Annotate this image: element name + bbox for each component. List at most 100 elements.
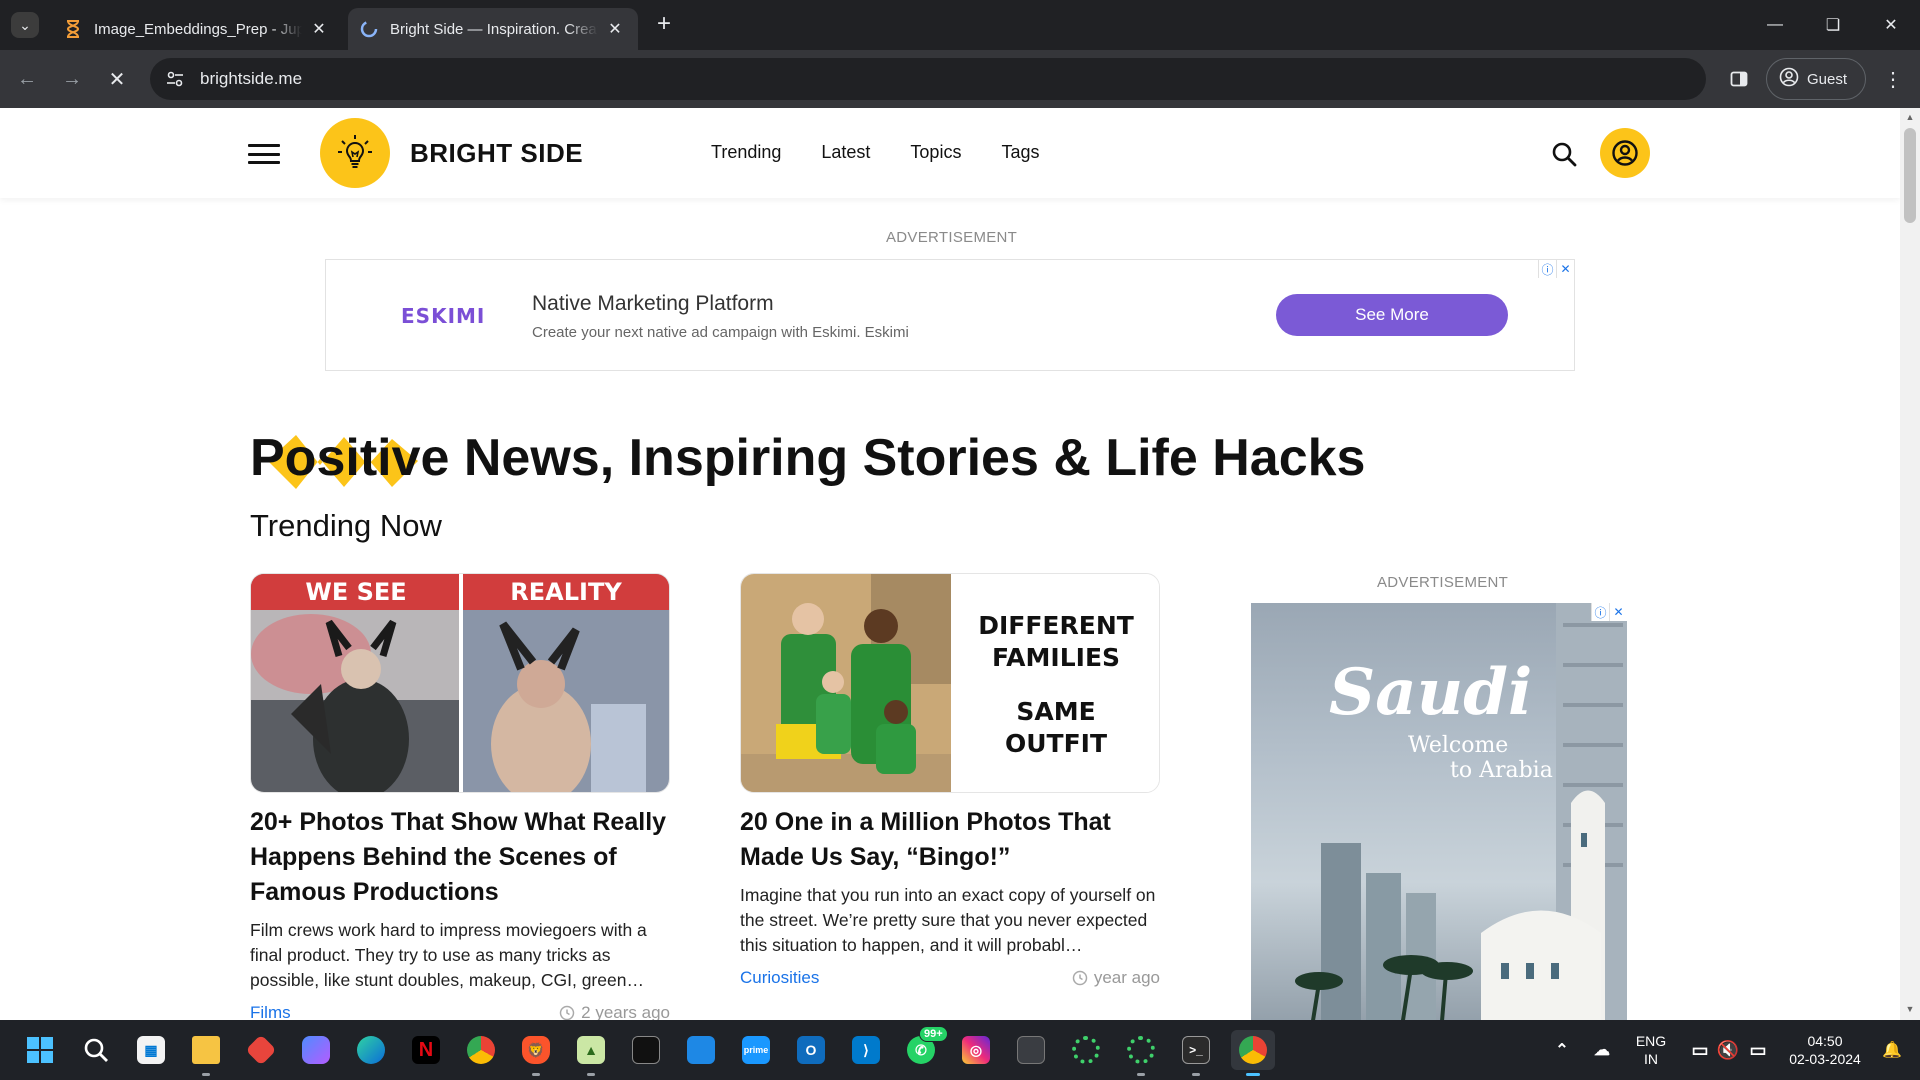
whatsapp-icon[interactable]: ✆ 99+ [901,1026,948,1070]
tab-jupyter[interactable]: Image_Embeddings_Prep - Jupy ✕ [52,8,342,50]
app-diamond-icon[interactable] [241,1030,281,1070]
article-card[interactable]: WE SEE REALITY 20+ Photos That Show What… [250,573,670,1020]
image-text-line: DIFFERENT [978,611,1134,640]
close-tab-icon[interactable]: ✕ [604,18,626,40]
tab-bright-side[interactable]: Bright Side — Inspiration. Creat ✕ [348,8,638,50]
image-overlay-text: DIFFERENT FAMILIES SAME OUTFIT [951,610,1159,760]
terminal-window-icon[interactable] [626,1030,666,1070]
image-caption-right: REALITY [510,578,622,606]
section-heading: Trending Now [250,508,442,543]
ad-label: ADVERTISEMENT [886,229,1018,246]
language-indicator[interactable]: ENG IN [1634,1032,1668,1068]
article-description: Film crews work hard to impress moviegoe… [250,920,647,990]
restore-button[interactable]: ❏ [1804,0,1862,50]
progress-ring-icon[interactable] [1066,1030,1106,1070]
article-card[interactable]: DIFFERENT FAMILIES SAME OUTFIT 20 One in… [740,573,1160,988]
side-panel-icon[interactable] [1722,62,1756,96]
nav-topics[interactable]: Topics [910,142,961,163]
close-tab-icon[interactable]: ✕ [308,18,330,40]
minimize-button[interactable]: — [1746,0,1804,50]
article-time-text: year ago [1093,968,1160,987]
progress-ring-icon[interactable] [1121,1030,1161,1076]
app-blue-icon[interactable] [681,1030,721,1070]
page-viewport: BRIGHT SIDE Trending Latest Topics Tags … [0,108,1920,1020]
scrollbar-thumb[interactable] [1904,128,1916,223]
image-text-line: SAME [1016,697,1096,726]
menu-icon[interactable] [248,144,280,164]
ad-choices: ⓘ ✕ [1538,260,1574,278]
article-title[interactable]: 20 One in a Million Photos That Made Us … [740,805,1160,875]
article-title[interactable]: 20+ Photos That Show What Really Happens… [250,805,670,910]
ad-label: ADVERTISEMENT [1377,574,1509,591]
article-thumbnail[interactable]: WE SEE REALITY [250,573,670,793]
loading-icon [360,20,378,38]
site-header: BRIGHT SIDE Trending Latest Topics Tags [0,108,1900,198]
article-thumbnail[interactable]: DIFFERENT FAMILIES SAME OUTFIT [740,573,1160,793]
chrome-icon[interactable] [461,1030,501,1070]
close-window-button[interactable]: ✕ [1862,0,1920,50]
onedrive-cloud-icon[interactable]: ☁ [1582,1030,1622,1070]
clock-time: 04:50 [1807,1033,1843,1049]
windows-start-icon[interactable] [20,1030,60,1070]
site-logo-text[interactable]: BRIGHT SIDE [410,138,583,169]
browser-toolbar: ← → ✕ brightside.me Guest ⋮ [0,50,1920,108]
info-icon[interactable]: ⓘ [1538,260,1556,278]
copilot-icon[interactable] [296,1030,336,1070]
file-explorer-icon[interactable] [186,1030,226,1076]
info-icon[interactable]: ⓘ [1591,603,1609,621]
close-icon[interactable]: ✕ [1609,603,1627,621]
notification-bell-icon[interactable]: 🔔 [1872,1030,1912,1070]
ad-brand-text: Saudi [1329,655,1533,730]
ad-banner-side[interactable]: Saudi Welcome to Arabia ⓘ ✕ [1251,603,1627,1020]
new-tab-button[interactable]: + [650,10,678,38]
close-icon[interactable]: ✕ [1556,260,1574,278]
region-code: IN [1644,1051,1658,1067]
address-bar[interactable]: brightside.me [150,58,1706,100]
nav-latest[interactable]: Latest [821,142,870,163]
article-category-link[interactable]: Films [250,1003,291,1020]
lightbulb-logo-icon[interactable] [320,118,390,188]
user-account-button[interactable] [1600,128,1650,178]
battery-icon[interactable]: ▭ [1738,1030,1778,1070]
page-scrollbar[interactable]: ▲ ▼ [1900,108,1920,1020]
language-code: ENG [1635,1033,1667,1049]
stop-loading-button[interactable]: ✕ [100,62,134,96]
search-icon[interactable] [1548,138,1580,170]
back-button[interactable]: ← [10,62,44,96]
article-category-link[interactable]: Curiosities [740,968,819,988]
vscode-icon[interactable]: ⟩ [846,1030,886,1070]
nav-trending[interactable]: Trending [711,142,781,163]
edge-icon[interactable] [351,1030,391,1070]
account-icon [1779,67,1799,91]
clock[interactable]: 04:50 02-03-2024 [1782,1032,1868,1068]
forward-button[interactable]: → [55,62,89,96]
article-time: year ago [1072,968,1160,988]
brave-icon[interactable]: 🦁 [516,1030,556,1076]
search-icon[interactable] [76,1030,116,1070]
ad-description: Create your next native ad campaign with… [532,324,909,341]
image-viewer-icon[interactable]: ▲ [571,1030,611,1076]
nav-tags[interactable]: Tags [1001,142,1039,163]
store-icon[interactable]: ▦ [131,1030,171,1070]
instagram-icon[interactable]: ◎ [956,1030,996,1070]
title-rest: News, Inspiring Stories & Life Hacks [449,429,1366,487]
chevron-up-icon[interactable]: ⌃ [1542,1030,1582,1070]
ad-see-more-button[interactable]: See More [1276,294,1508,336]
prime-video-icon[interactable]: prime [736,1030,776,1070]
window-app-icon[interactable] [1011,1030,1051,1070]
scroll-down-icon[interactable]: ▼ [1904,1004,1916,1016]
site-settings-icon[interactable] [164,68,186,90]
ad-title: Native Marketing Platform [532,292,774,315]
netflix-icon[interactable]: N [406,1030,446,1070]
clock-icon [559,1005,575,1020]
terminal-icon[interactable]: >_ [1176,1030,1216,1076]
ad-banner-top[interactable]: ESKIMI Native Marketing Platform Create … [325,259,1575,371]
chrome-active-icon[interactable] [1231,1030,1275,1076]
clock-icon [1072,970,1088,986]
outlook-icon[interactable]: O [791,1030,831,1070]
browser-tabstrip: ⌄ Image_Embeddings_Prep - Jupy ✕ Bright … [0,0,1920,50]
profile-button[interactable]: Guest [1766,58,1866,100]
scroll-up-icon[interactable]: ▲ [1904,112,1916,124]
tab-search-button[interactable]: ⌄ [11,12,39,38]
more-menu-icon[interactable]: ⋮ [1876,62,1910,96]
